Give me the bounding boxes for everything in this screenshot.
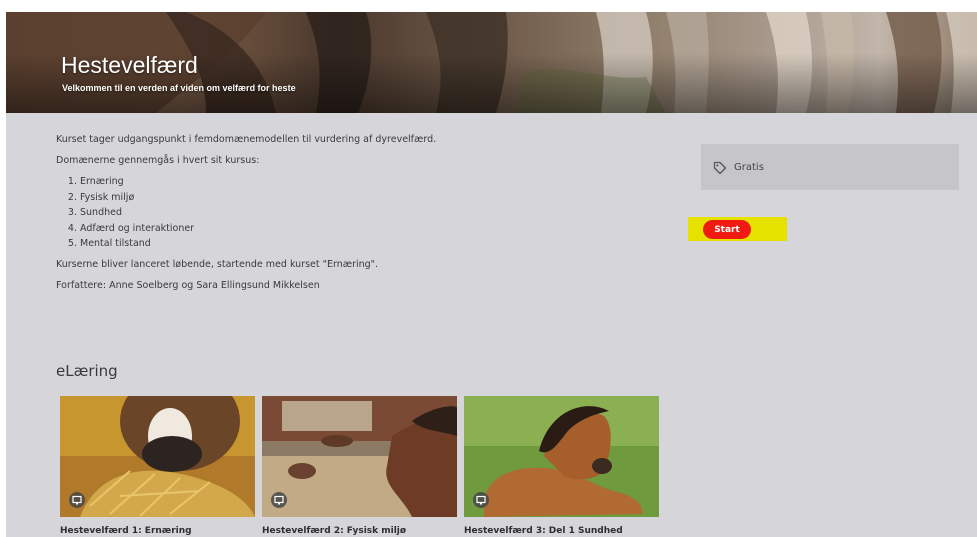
description-lead: Domænerne gennemgås i hvert sit kursus: (56, 155, 260, 166)
elearning-icon (473, 492, 489, 508)
description-intro: Kurset tager udgangspunkt i femdomænemod… (56, 134, 437, 145)
course-card[interactable]: Hestevelfærd 1: Ernæring (60, 396, 255, 536)
course-thumbnail (464, 396, 659, 517)
price-label: Gratis (734, 161, 764, 173)
domain-item: Sundhed (80, 205, 656, 221)
authors: Forfattere: Anne Soelberg og Sara Elling… (56, 279, 320, 291)
launch-note: Kurserne bliver lanceret løbende, starte… (56, 258, 379, 270)
domain-item: Ernæring (80, 174, 656, 190)
course-title: Hestevelfærd 1: Ernæring (60, 526, 192, 536)
course-card[interactable]: Hestevelfærd 3: Del 1 Sundhed (464, 396, 659, 536)
elearning-icon (271, 492, 287, 508)
domain-item: Adfærd og interaktioner (80, 221, 656, 237)
domain-list: Ernæring Fysisk miljø Sundhed Adfærd og … (56, 174, 656, 252)
tag-icon (713, 160, 727, 175)
course-title: Hestevelfærd 2: Fysisk miljø (262, 526, 407, 536)
course-thumbnail (262, 396, 457, 517)
domain-item: Fysisk miljø (80, 190, 656, 206)
hero-banner: Hestevelfærd Velkommen til en verden af … (6, 12, 977, 113)
page-title: Hestevelfærd (61, 52, 198, 78)
page-subtitle: Velkommen til en verden af viden om velf… (62, 83, 296, 93)
elearning-icon (69, 492, 85, 508)
course-description: Kurset tager udgangspunkt i femdomænemod… (56, 132, 656, 299)
domain-item: Mental tilstand (80, 236, 656, 252)
course-card[interactable]: Hestevelfærd 2: Fysisk miljø (262, 396, 457, 536)
elearning-heading: eLæring (56, 362, 118, 380)
course-title: Hestevelfærd 3: Del 1 Sundhed (464, 526, 623, 536)
page-frame: Hestevelfærd Velkommen til en verden af … (6, 12, 977, 537)
start-button[interactable]: Start (703, 220, 751, 239)
course-thumbnail (60, 396, 255, 517)
price-box: Gratis (701, 144, 959, 190)
